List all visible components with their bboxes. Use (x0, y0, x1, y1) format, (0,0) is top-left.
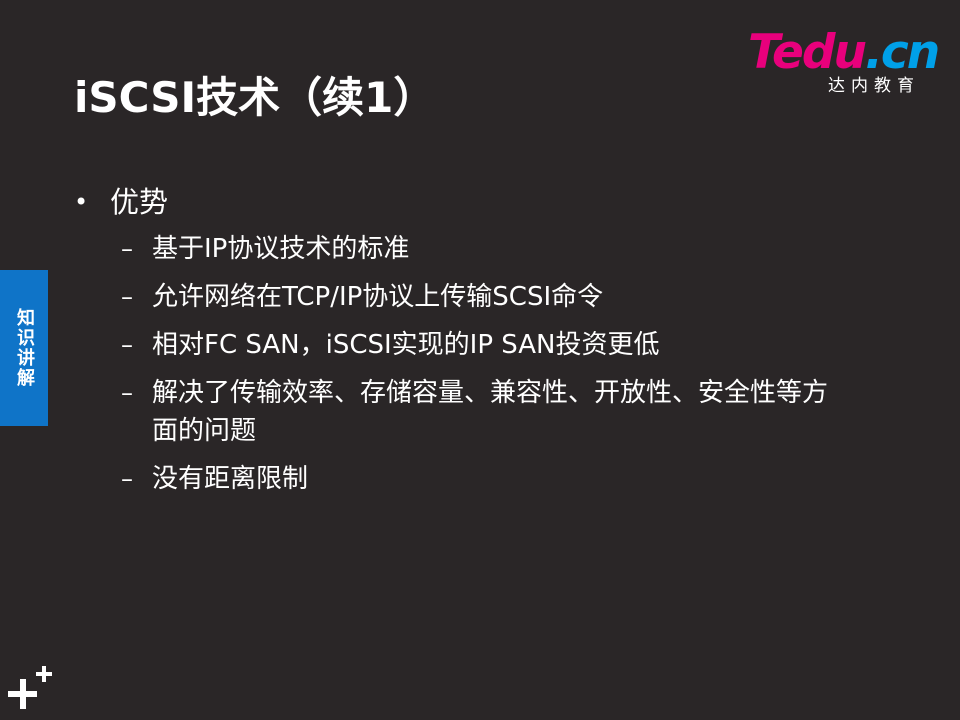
logo-letter-t: T (748, 25, 774, 80)
dash-icon: – (121, 379, 133, 407)
advantage-item-1: – 基于IP协议技术的标准 (74, 230, 834, 268)
dash-icon: – (121, 331, 133, 359)
advantage-text: 允许网络在TCP/IP协议上传输SCSI命令 (152, 282, 604, 312)
main-bullet: • 优势 (74, 178, 834, 226)
logo-tagline: 达内教育 (828, 76, 920, 96)
advantage-list: – 基于IP协议技术的标准 – 允许网络在TCP/IP协议上传输SCSI命令 –… (74, 230, 834, 498)
logo-wordmark: Tedu.cn (748, 25, 940, 80)
advantage-item-3: – 相对FC SAN，iSCSI实现的IP SAN投资更低 (74, 326, 834, 364)
bullet-icon: • (74, 188, 89, 216)
dash-icon: – (121, 465, 133, 493)
dash-icon: – (121, 235, 133, 263)
advantage-text: 解决了传输效率、存储容量、兼容性、开放性、安全性等方面的问题 (152, 378, 829, 446)
advantage-item-5: – 没有距离限制 (74, 460, 834, 498)
advantage-text: 没有距离限制 (152, 464, 309, 494)
tedu-logo: Tedu.cn 达内教育 (748, 28, 940, 98)
knowledge-section-tab: 知识讲解 (0, 270, 48, 426)
advantage-text: 相对FC SAN，iSCSI实现的IP SAN投资更低 (152, 330, 660, 360)
slide-content: • 优势 – 基于IP协议技术的标准 – 允许网络在TCP/IP协议上传输SCS… (74, 178, 834, 508)
advantage-item-4: – 解决了传输效率、存储容量、兼容性、开放性、安全性等方面的问题 (74, 374, 834, 450)
dash-icon: – (121, 283, 133, 311)
slide-title: iSCSI技术（续1） (74, 73, 436, 122)
plus-mark-icon (8, 666, 52, 709)
advantage-item-2: – 允许网络在TCP/IP协议上传输SCSI命令 (74, 278, 834, 316)
main-bullet-text: 优势 (110, 185, 169, 219)
logo-text-cn: .cn (865, 25, 940, 80)
logo-text-edu: edu (772, 25, 867, 80)
advantage-text: 基于IP协议技术的标准 (152, 234, 410, 264)
knowledge-section-label: 知识讲解 (14, 308, 35, 388)
